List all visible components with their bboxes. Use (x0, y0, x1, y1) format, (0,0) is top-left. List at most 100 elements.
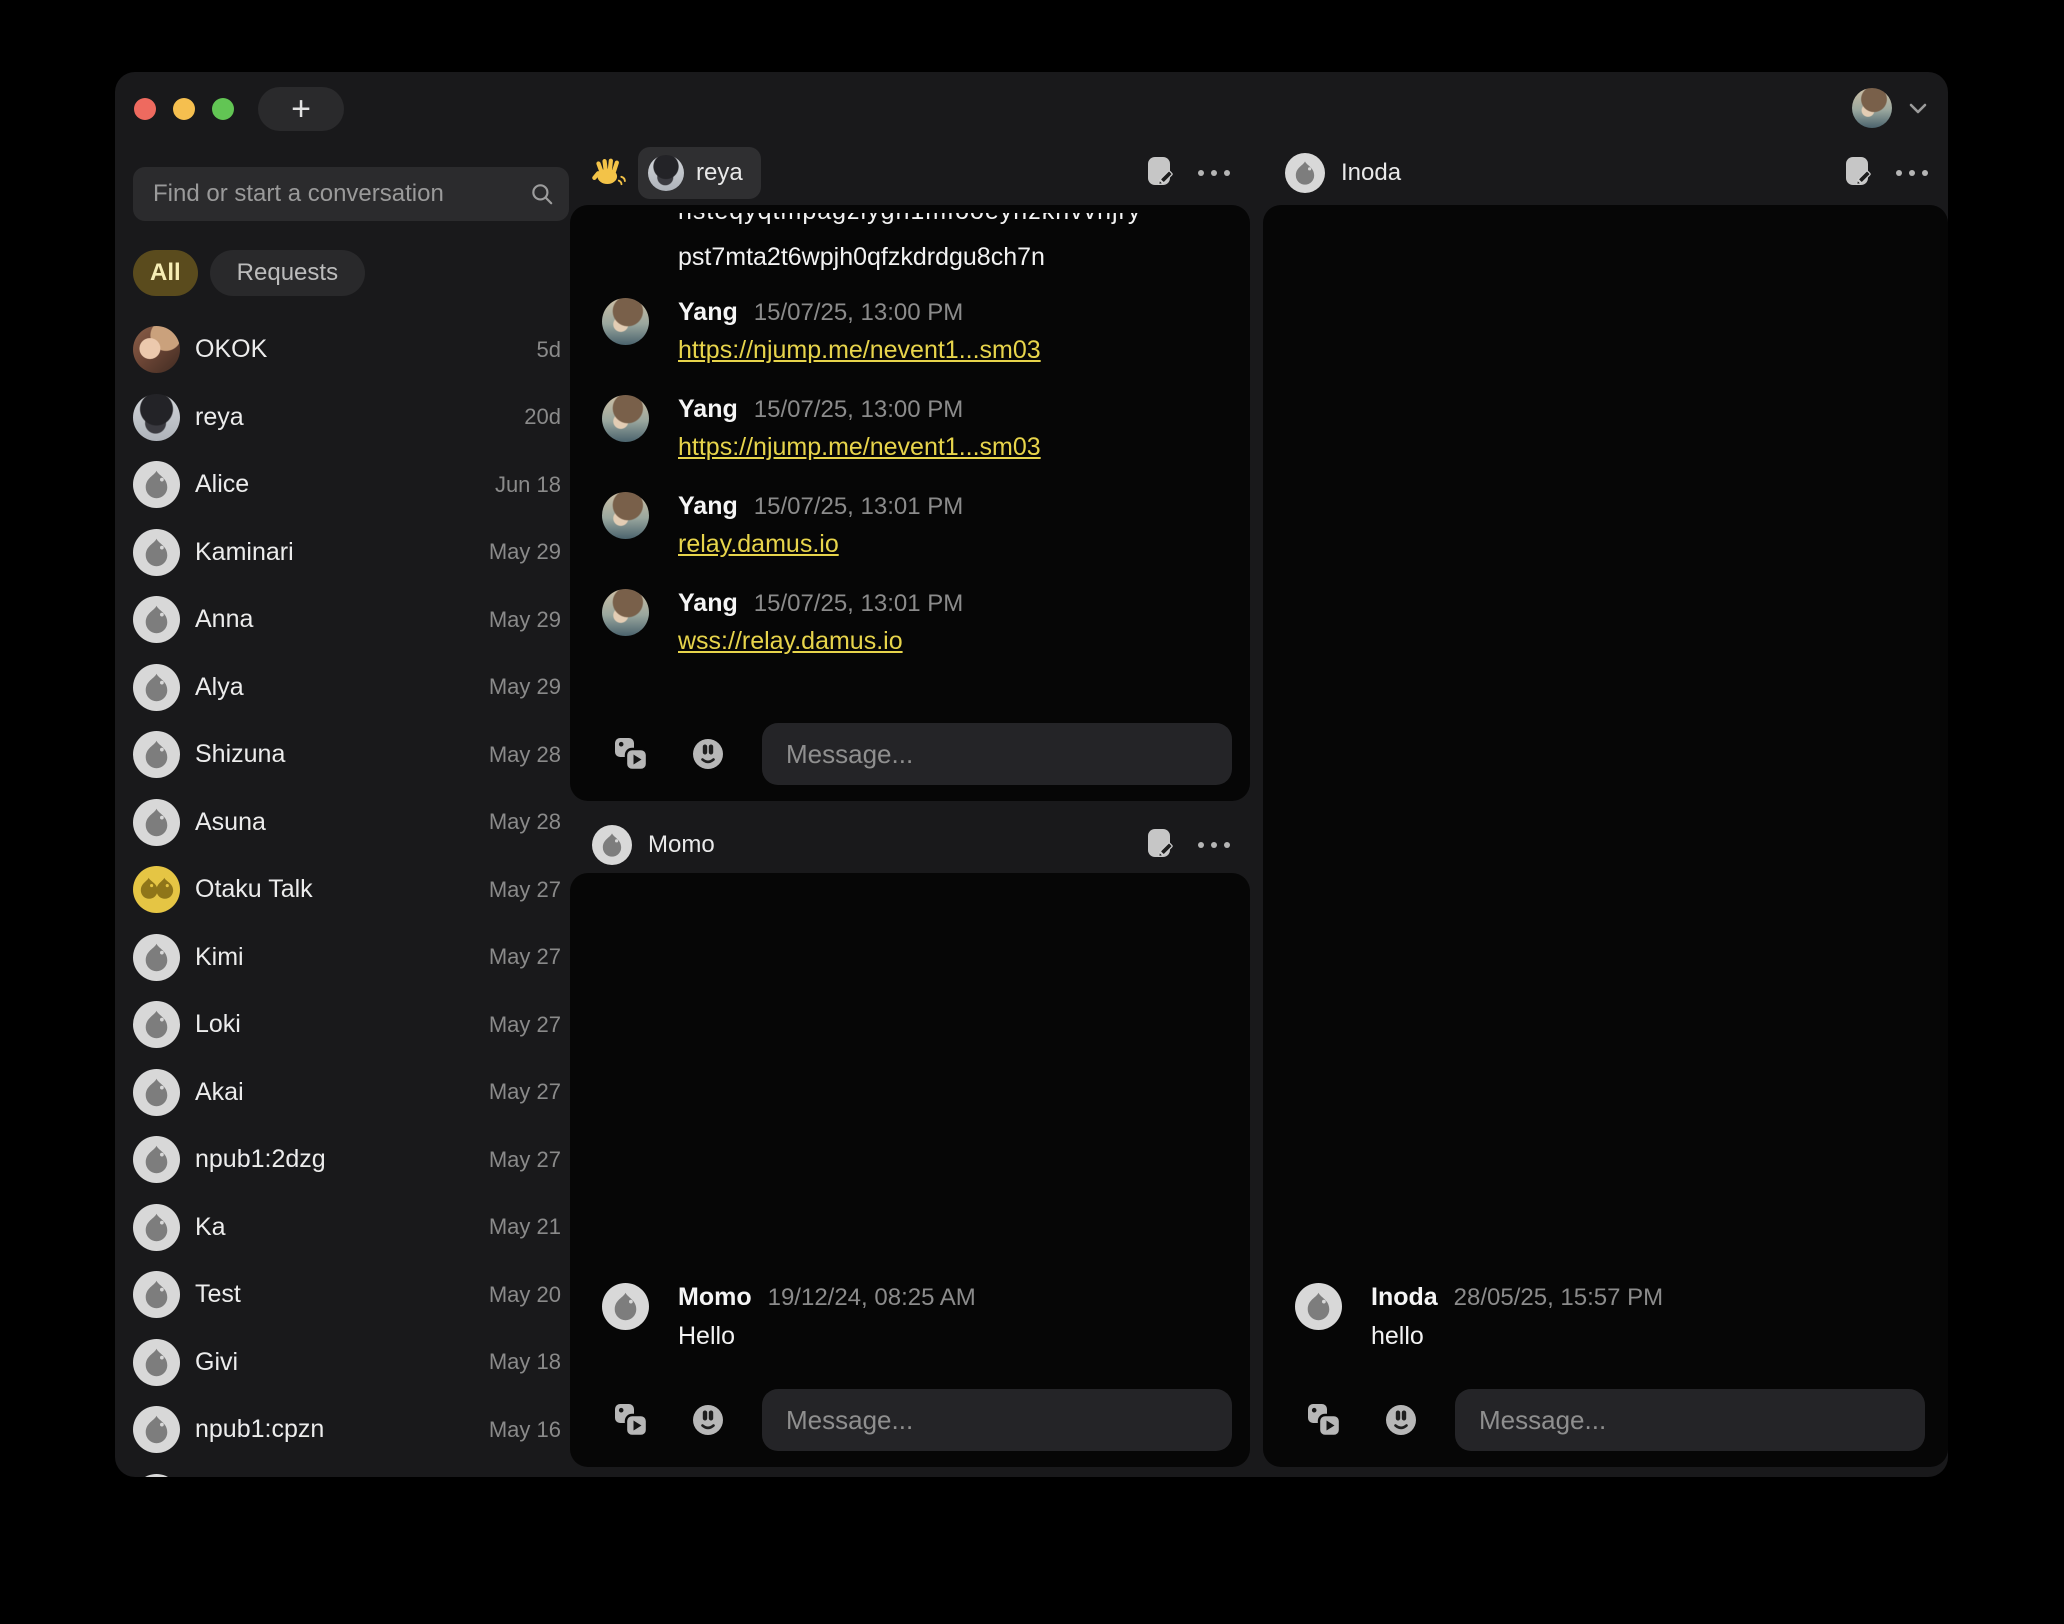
avatar (602, 589, 649, 636)
message-timestamp: 15/07/25, 13:00 PM (754, 396, 963, 424)
search-bar (133, 167, 569, 221)
chat-header-inoda: Inoda (1263, 145, 1948, 201)
list-item[interactable]: reya 20d (133, 384, 569, 452)
conversation-name: reya (195, 403, 524, 432)
conversation-name: Ka (195, 1213, 489, 1242)
message-timestamp: 15/07/25, 13:00 PM (754, 299, 963, 327)
message-input[interactable] (762, 723, 1232, 785)
attach-media-icon[interactable] (614, 737, 648, 771)
conversation-date: 20d (524, 404, 561, 430)
conversation-name: npub1:2dzg (195, 1145, 489, 1174)
list-item[interactable]: OKOK 5d (133, 316, 569, 384)
avatar (133, 1271, 180, 1318)
avatar (133, 1474, 180, 1477)
avatar (133, 596, 180, 643)
conversation-date: May 28 (489, 809, 561, 835)
tab-all[interactable]: All (133, 250, 198, 296)
chat-messages-reya: nsteqyqtmpagzlygn1mfooeyhzknvvhjry pst7m… (570, 205, 1250, 801)
list-item[interactable]: Ka May 21 (133, 1194, 569, 1262)
message-link[interactable]: https://njump.me/nevent1...sm03 (678, 336, 1041, 365)
conversation-date: May 27 (489, 1079, 561, 1105)
conversation-date: May 16 (489, 1417, 561, 1443)
message-author: Yang (678, 298, 738, 327)
message: Momo 19/12/24, 08:25 AM Hello (602, 1283, 1230, 1351)
list-item[interactable]: Loki May 27 (133, 991, 569, 1059)
list-item[interactable]: Akai May 27 (133, 1059, 569, 1127)
note-compose-icon[interactable] (1144, 157, 1174, 189)
list-item[interactable]: npub1:2dzg May 27 (133, 1126, 569, 1194)
message-text: hello (1371, 1322, 1663, 1351)
search-input[interactable] (153, 180, 529, 208)
list-item[interactable]: npub1:cpzn May 16 (133, 1396, 569, 1464)
avatar (1285, 153, 1325, 193)
list-item[interactable]: Kaminari May 29 (133, 519, 569, 587)
wave-emoji-icon (592, 156, 626, 190)
avatar (133, 529, 180, 576)
conversation-name: Alya (195, 673, 489, 702)
clipped-message-line: nsteqyqtmpagzlygn1mfooeyhzknvvhjry (678, 213, 1250, 231)
message-input[interactable] (1455, 1389, 1925, 1451)
conversation-name: OKOK (195, 335, 537, 364)
list-item[interactable]: Test May 20 (133, 1261, 569, 1329)
avatar (133, 799, 180, 846)
message-timestamp: 28/05/25, 15:57 PM (1454, 1284, 1663, 1312)
tab-requests[interactable]: Requests (210, 250, 365, 296)
avatar (133, 1001, 180, 1048)
message-text: Hello (678, 1322, 976, 1351)
chat-header-momo: Momo (570, 817, 1250, 873)
emoji-picker-icon[interactable] (1385, 1404, 1417, 1436)
message-link[interactable]: wss://relay.damus.io (678, 627, 903, 656)
conversation-date: 5d (537, 337, 561, 363)
avatar (1295, 1283, 1342, 1330)
message-input[interactable] (762, 1389, 1232, 1451)
message-link[interactable]: relay.damus.io (678, 530, 839, 559)
more-options-icon[interactable] (1896, 170, 1928, 176)
list-item[interactable]: Otaku Talk May 27 (133, 856, 569, 924)
list-item[interactable]: Asuna May 28 (133, 789, 569, 857)
chat-messages-momo: Momo 19/12/24, 08:25 AM Hello (570, 873, 1250, 1467)
list-item[interactable]: Anna May 29 (133, 586, 569, 654)
more-options-icon[interactable] (1198, 842, 1230, 848)
message-timestamp: 19/12/24, 08:25 AM (768, 1284, 976, 1312)
avatar (648, 155, 684, 191)
avatar (133, 1204, 180, 1251)
composer-inoda (1263, 1389, 1948, 1451)
message-author: Yang (678, 589, 738, 618)
avatar (133, 1069, 180, 1116)
avatar (133, 1136, 180, 1183)
message-link[interactable]: https://njump.me/nevent1...sm03 (678, 433, 1041, 462)
list-item-partial[interactable] (133, 1464, 569, 1478)
conversation-date: May 20 (489, 1282, 561, 1308)
message: Yang 15/07/25, 13:01 PM wss://relay.damu… (602, 589, 1250, 656)
avatar (133, 664, 180, 711)
conversation-name: Anna (195, 605, 489, 634)
conversation-date: Jun 18 (495, 472, 561, 498)
message-author: Yang (678, 492, 738, 521)
message-timestamp: 15/07/25, 13:01 PM (754, 590, 963, 618)
peer-tab-reya[interactable]: reya (638, 147, 761, 199)
attach-media-icon[interactable] (1307, 1403, 1341, 1437)
list-item[interactable]: Alice Jun 18 (133, 451, 569, 519)
composer-reya (570, 723, 1250, 785)
conversation-name: npub1:cpzn (195, 1415, 489, 1444)
more-options-icon[interactable] (1198, 170, 1230, 176)
conversation-name: Givi (195, 1348, 489, 1377)
peer-name: Inoda (1341, 159, 1401, 187)
list-item[interactable]: Givi May 18 (133, 1329, 569, 1397)
desktop: + All Requests OKOK 5d reya 20d (0, 0, 2064, 1624)
list-item[interactable]: Shizuna May 28 (133, 721, 569, 789)
attach-media-icon[interactable] (614, 1403, 648, 1437)
avatar (133, 934, 180, 981)
chat-header-reya: reya (570, 145, 1250, 201)
note-compose-icon[interactable] (1144, 829, 1174, 861)
conversation-name: Otaku Talk (195, 875, 489, 904)
list-item[interactable]: Alya May 29 (133, 654, 569, 722)
note-compose-icon[interactable] (1842, 157, 1872, 189)
message-author: Momo (678, 1283, 752, 1312)
avatar (133, 731, 180, 778)
conversation-date: May 28 (489, 742, 561, 768)
list-item[interactable]: Kimi May 27 (133, 924, 569, 992)
emoji-picker-icon[interactable] (692, 1404, 724, 1436)
conversation-name: Loki (195, 1010, 489, 1039)
emoji-picker-icon[interactable] (692, 738, 724, 770)
